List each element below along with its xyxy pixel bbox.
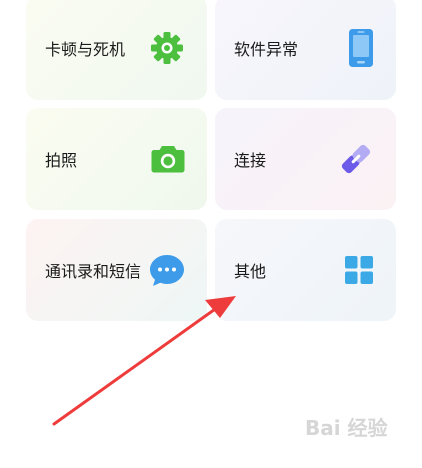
chat-bubble-icon	[150, 255, 184, 286]
grid-icon	[345, 256, 373, 284]
category-label: 卡顿与死机	[45, 40, 126, 59]
category-label: 软件异常	[234, 40, 299, 59]
category-label: 连接	[234, 151, 267, 170]
camera-icon	[151, 146, 185, 173]
category-label: 通讯录和短信	[45, 262, 142, 281]
category-card-software-error[interactable]: 软件异常	[215, 0, 396, 100]
category-card-connection[interactable]: 连接	[215, 108, 396, 210]
category-label: 其他	[234, 262, 267, 281]
category-card-other[interactable]: 其他	[215, 219, 396, 321]
gear-icon	[151, 32, 183, 64]
phone-icon	[349, 29, 373, 67]
category-card-contacts-sms[interactable]: 通讯录和短信	[26, 219, 207, 321]
category-card-camera[interactable]: 拍照	[26, 108, 207, 210]
category-card-lag-crash[interactable]: 卡顿与死机	[26, 0, 207, 100]
watermark: Bai 经验	[305, 416, 388, 440]
link-icon	[341, 144, 371, 174]
category-label: 拍照	[45, 151, 78, 170]
